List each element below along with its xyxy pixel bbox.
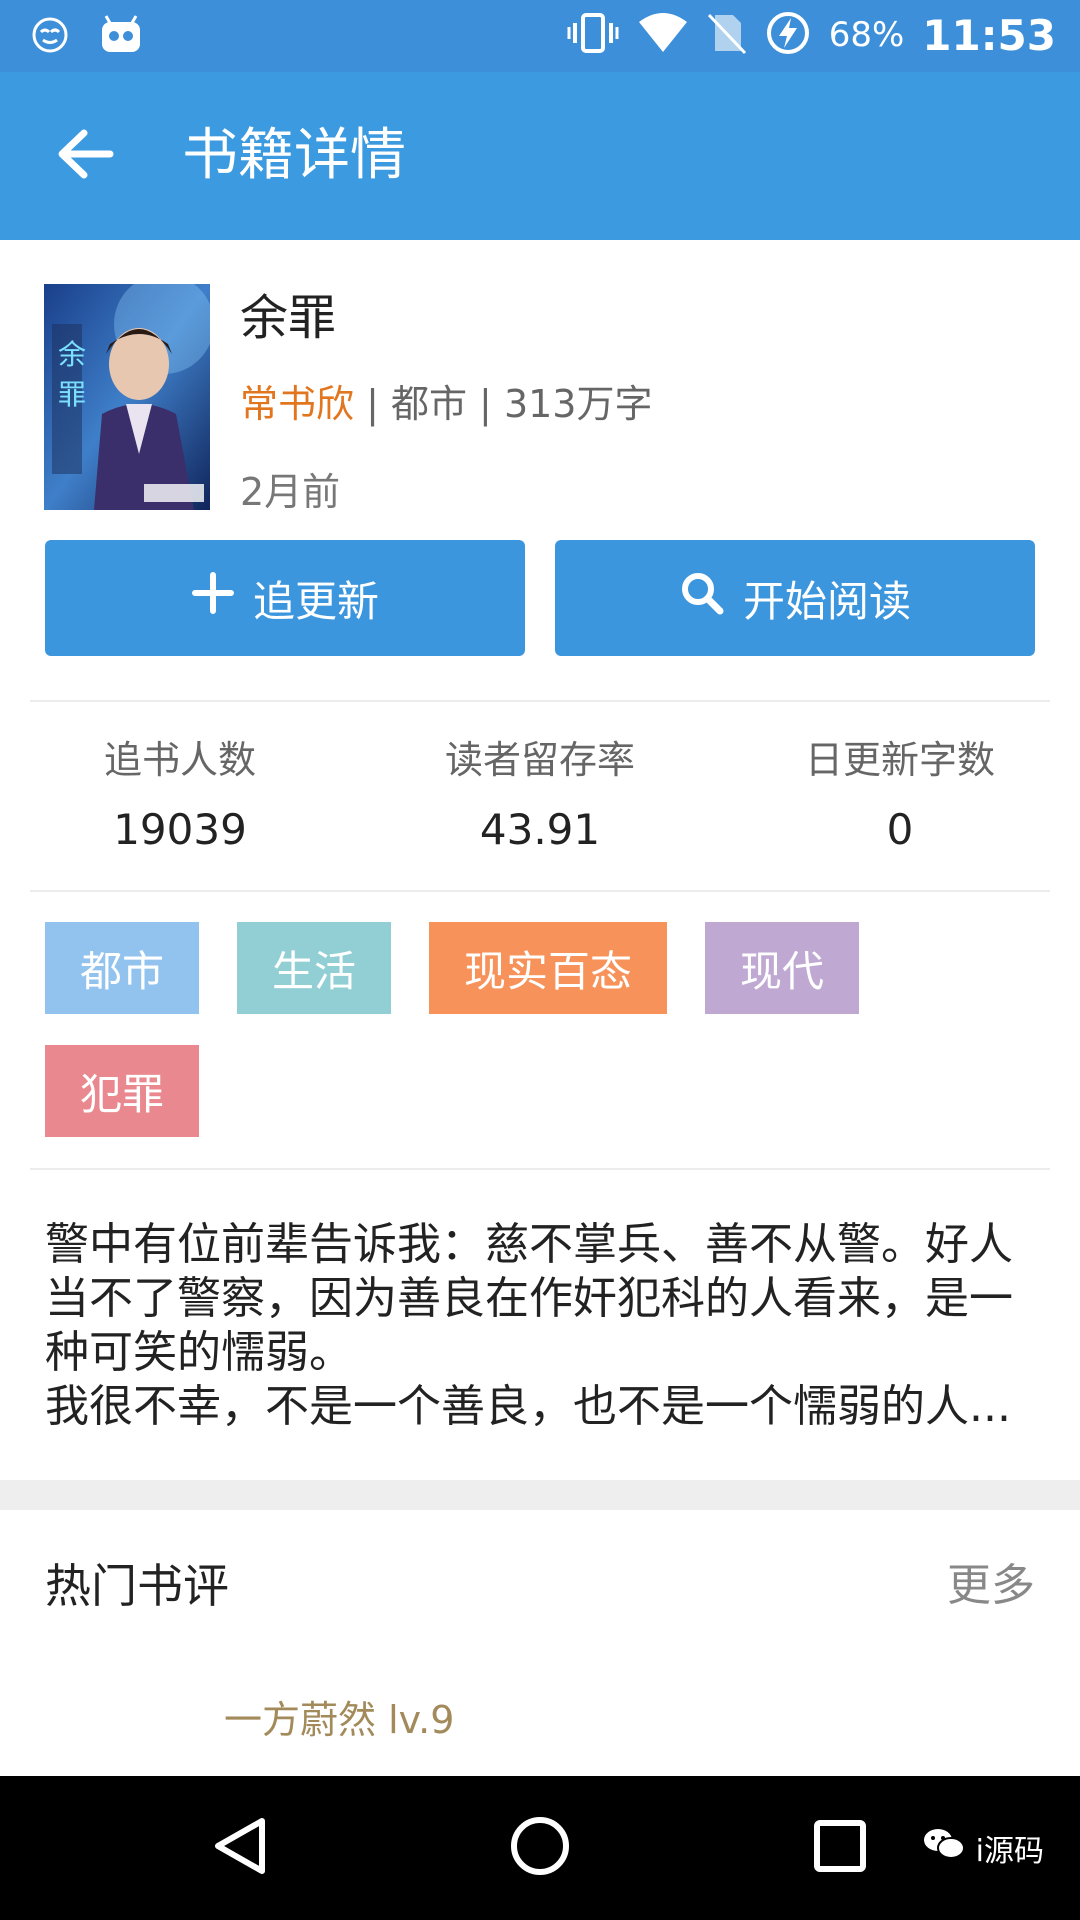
arrow-left-icon [54, 127, 114, 185]
start-reading-button[interactable]: 开始阅读 [555, 540, 1035, 656]
divider [30, 1168, 1050, 1170]
watermark-text: i源码 [975, 1834, 1044, 1869]
tag-chip[interactable]: 现实百态 [429, 922, 667, 1014]
tag-chip[interactable]: 现代 [705, 922, 859, 1014]
plus-icon [191, 571, 235, 625]
divider [30, 890, 1050, 892]
recents-square-icon [812, 1818, 868, 1878]
nav-home-button[interactable] [490, 1798, 590, 1898]
system-nav-bar: i源码 [0, 1776, 1080, 1920]
follow-updates-label: 追更新 [252, 576, 379, 626]
more-reviews-link[interactable]: 更多 [947, 1556, 1035, 1616]
svg-text:罪: 罪 [58, 378, 86, 411]
book-category-wordcount: | 都市 | 313万字 [354, 382, 653, 426]
tag-chip[interactable]: 都市 [45, 922, 199, 1014]
stat-label: 追书人数 [103, 738, 256, 782]
intro-paragraph: 警中有位前辈告诉我：慈不掌兵、善不从警。好人当不了警察，因为善良在作奸犯科的人看… [45, 1219, 1013, 1378]
stat-value: 43.91 [479, 805, 601, 854]
wifi-icon [637, 12, 689, 58]
start-reading-label: 开始阅读 [742, 576, 911, 626]
nav-recents-button[interactable] [790, 1798, 890, 1898]
status-bar: 68% 11:53 [0, 0, 1080, 72]
stat-daily-words: 日更新字数 0 [750, 730, 1050, 862]
search-icon [679, 570, 725, 626]
battery-percent: 68% [828, 15, 905, 55]
stat-value: 0 [886, 805, 914, 854]
stat-value: 19039 [113, 805, 247, 854]
book-cover-image: 余 罪 [44, 284, 210, 510]
hot-reviews-title: 热门书评 [45, 1559, 229, 1613]
app-bar: 书籍详情 [0, 72, 1080, 240]
clock: 11:53 [922, 10, 1056, 60]
book-title: 余罪 [240, 290, 337, 346]
section-separator [0, 1480, 1080, 1510]
vibrate-icon [567, 11, 619, 59]
nav-back-button[interactable] [190, 1798, 290, 1898]
android-robot-icon [98, 14, 144, 60]
back-triangle-icon [210, 1815, 270, 1881]
home-circle-icon [509, 1815, 571, 1881]
intro-paragraph: 我很不幸，不是一个善良，也不是一个懦弱的人... [45, 1381, 1011, 1432]
stat-retention: 读者留存率 43.91 [390, 730, 690, 862]
stat-followers: 追书人数 19039 [30, 730, 330, 862]
stat-label: 读者留存率 [444, 738, 635, 782]
book-intro[interactable]: 警中有位前辈告诉我：慈不掌兵、善不从警。好人当不了警察，因为善良在作奸犯科的人看… [45, 1218, 1045, 1434]
watermark: i源码 [922, 1826, 1044, 1870]
emoji-face-icon [30, 15, 70, 59]
reviewer-name: 一方蔚然 lv.9 [224, 1698, 455, 1742]
page-title: 书籍详情 [182, 123, 406, 188]
tag-chip[interactable]: 犯罪 [45, 1045, 199, 1137]
divider [30, 700, 1050, 702]
svg-text:余: 余 [58, 338, 86, 371]
follow-updates-button[interactable]: 追更新 [45, 540, 525, 656]
book-meta: 常书欣 | 都市 | 313万字 [240, 378, 652, 430]
tag-chip[interactable]: 生活 [237, 922, 391, 1014]
stat-label: 日更新字数 [804, 738, 995, 782]
back-button[interactable] [44, 120, 124, 192]
wechat-icon [922, 1826, 966, 1870]
battery-charging-icon [765, 10, 811, 60]
book-author-link[interactable]: 常书欣 [240, 382, 354, 426]
no-sim-icon [707, 11, 747, 59]
book-updated-time: 2月前 [240, 470, 341, 514]
